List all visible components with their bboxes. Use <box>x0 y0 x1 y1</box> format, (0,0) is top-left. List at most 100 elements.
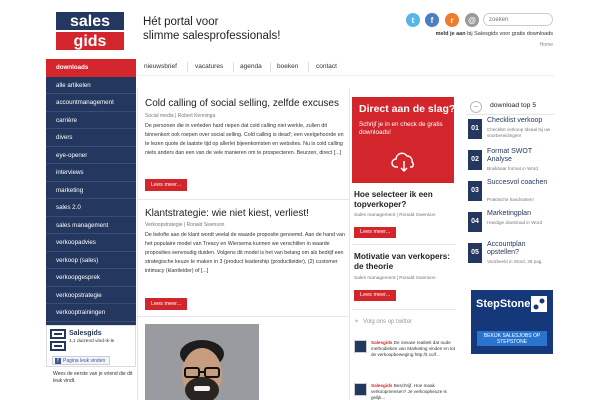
top5-header: – download top 5 <box>466 97 554 115</box>
facebook-like-box: Salesgids 1,1 duizend vind-ik-le f Pagina… <box>46 325 136 367</box>
sidebar-item-verkooptrainingen[interactable]: verkooptrainingen <box>46 304 136 322</box>
fb-like-count: 1,1 duizend vind-ik-le <box>69 339 115 344</box>
nav-contact[interactable]: contact <box>316 63 337 70</box>
cloud-download-icon <box>391 152 415 173</box>
sidebar-item-marketing[interactable]: marketing <box>46 181 136 199</box>
download-subtitle: Handige download in Word <box>487 220 543 225</box>
download-subtitle: Voorbeeld in Word, 38 pag. <box>487 259 543 264</box>
download-title[interactable]: Accountplan opstellen? <box>487 241 555 257</box>
read-more-button[interactable]: Lees meer... <box>354 290 397 301</box>
cta-title: Direct aan de slag? <box>359 103 456 115</box>
sidebar-item-sales-management[interactable]: sales management <box>46 216 136 234</box>
twitter-icon[interactable]: t <box>406 13 420 27</box>
sidebar-item-verkoop-sales[interactable]: verkoop (sales) <box>46 251 136 269</box>
nav-divider <box>308 62 309 72</box>
twitter-heading-label: Volg ons op twitter <box>363 319 413 325</box>
download-subtitle: Bruikbaar format in Word <box>487 166 538 171</box>
sidebar-item-verkoopadvies[interactable]: verkoopadvies <box>46 234 136 252</box>
sidebar-item-carriere[interactable]: carrière <box>46 111 136 129</box>
tweet-text: Salesgids De nieuwe realiteit dat oude m… <box>371 340 457 358</box>
read-more-button[interactable]: Lees meer... <box>354 227 397 238</box>
download-subtitle: Praktische handvatten! <box>487 197 534 202</box>
sidebar-article-title[interactable]: Motivatie van verkopers: de theorie <box>354 252 458 272</box>
download-title[interactable]: Succesvol coachen <box>487 179 555 187</box>
sidebar-item-accountmanagement[interactable]: accountmanagement <box>46 94 136 112</box>
rank-badge: 02 <box>468 150 482 170</box>
tweet-user[interactable]: Salesgids <box>371 340 392 345</box>
login-link[interactable]: meld je aan <box>436 31 466 37</box>
tagline-line-2: slimme salesprofessionals! <box>143 30 281 42</box>
article-title[interactable]: Cold calling of social selling, zelfde e… <box>145 98 339 109</box>
nav-divider <box>187 62 188 72</box>
rank-badge: 04 <box>468 212 482 232</box>
nav-agenda[interactable]: agenda <box>240 63 262 70</box>
download-item[interactable]: 03 Succesvol coachen Praktische handvatt… <box>466 177 554 208</box>
breadcrumb-home[interactable]: Home <box>520 42 553 48</box>
sidebar-article-title[interactable]: Hoe selecteer ik een topverkoper? <box>354 190 458 210</box>
fb-like-message: Wees de eerste van je vriend die dit leu… <box>53 371 133 384</box>
login-prompt[interactable]: meld je aan bij Salesgids voor gratis do… <box>397 31 553 37</box>
nav-vacatures[interactable]: vacatures <box>195 63 223 70</box>
nav-nieuwsbrief[interactable]: nieuwsbrief <box>144 63 177 70</box>
article-meta: Verkoopstrategie | Ronald Swenson <box>145 222 225 228</box>
download-item[interactable]: 01 Checklist verkoop Checklist verkoop I… <box>466 115 554 146</box>
nav-divider <box>270 62 271 72</box>
rank-badge: 05 <box>468 243 482 263</box>
download-title[interactable]: Marketingplan <box>487 210 555 218</box>
stepstone-logo: StepStone <box>476 298 531 310</box>
sidebar-item-interviews[interactable]: interviews <box>46 164 136 182</box>
fb-like-button[interactable]: f Pagina leuk vinden <box>52 356 111 365</box>
svg-text:gids: gids <box>74 33 107 50</box>
salesgids-small-logo[interactable] <box>50 329 66 351</box>
sidebar-item-verkoopstrategie[interactable]: verkoopstrategie <box>46 286 136 304</box>
facebook-icon[interactable]: f <box>425 13 439 27</box>
search-input[interactable] <box>483 13 553 26</box>
twitter-icon: ✦ <box>354 319 360 325</box>
article-divider <box>138 199 349 200</box>
collapse-icon[interactable]: – <box>470 101 482 113</box>
article-list: Cold calling of social selling, zelfde e… <box>137 88 350 400</box>
download-item[interactable]: 05 Accountplan opstellen? Voorbeeld in W… <box>466 239 554 270</box>
sidebar-item-sales-2-0[interactable]: sales 2.0 <box>46 199 136 217</box>
download-item[interactable]: 04 Marketingplan Handige download in Wor… <box>466 208 554 239</box>
signup-cta[interactable]: Direct aan de slag? Schrijf je in en che… <box>352 97 456 183</box>
read-more-button[interactable]: Lees meer... <box>145 298 188 310</box>
article-divider <box>352 309 456 310</box>
salesgids-logo[interactable]: sales gids <box>56 12 124 52</box>
rss-icon[interactable]: r <box>445 13 459 27</box>
sidebar-item-alle-artikelen[interactable]: alle artikelen <box>46 76 136 94</box>
stepstone-button[interactable]: BEKIJK SALESJOBS OP STEPSTONE <box>477 331 547 346</box>
download-item[interactable]: 02 Format SWOT Analyse Bruikbaar format … <box>466 146 554 177</box>
article-title[interactable]: Klantstrategie: wie niet kiest, verliest… <box>145 208 309 219</box>
sidebar-item-eye-opener[interactable]: eye-opener <box>46 146 136 164</box>
sidebar-article-meta: Sales management | Ronald Swenson <box>354 276 436 281</box>
fb-page-title[interactable]: Salesgids <box>69 330 102 337</box>
tweet-user[interactable]: Salesgids <box>371 383 392 388</box>
tweet-avatar[interactable] <box>354 340 367 353</box>
twitter-heading[interactable]: ✦ Volg ons op twitter <box>354 318 412 325</box>
download-title[interactable]: Format SWOT Analyse <box>487 148 555 164</box>
cta-body: Schrijf je in en check de gratis downloa… <box>359 121 443 136</box>
tagline-line-1: Hét portal voor <box>143 16 219 28</box>
stepstone-ad[interactable]: StepStone BEKIJK SALESJOBS OP STEPSTONE <box>471 290 553 354</box>
read-more-button[interactable]: Lees meer... <box>145 179 188 191</box>
sidebar-item-downloads[interactable]: downloads <box>46 59 136 77</box>
nav-boeken[interactable]: boeken <box>277 63 298 70</box>
login-prompt-text: bij Salesgids voor gratis downloads <box>465 31 553 37</box>
nav-divider <box>233 62 234 72</box>
download-title[interactable]: Checklist verkoop <box>487 117 555 125</box>
fb-like-label: Pagina leuk vinden <box>63 358 106 364</box>
article-photo[interactable] <box>145 324 259 400</box>
email-icon[interactable]: @ <box>465 13 479 27</box>
sidebar-article-meta: Sales management | Ronald Swenson <box>354 213 436 218</box>
stepstone-mark-icon <box>531 296 547 312</box>
sidebar-item-verkoopgesprek[interactable]: verkoopgesprek <box>46 269 136 287</box>
top5-title: download top 5 <box>490 102 537 109</box>
rank-badge: 03 <box>468 181 482 201</box>
article-excerpt: De personen die in verleden hard riepen … <box>145 123 344 156</box>
sidebar-item-divers[interactable]: divers <box>46 129 136 147</box>
tweet-avatar[interactable] <box>354 383 367 396</box>
article-divider <box>352 244 456 245</box>
article-excerpt: De belofte aan de klant wordt veelal de … <box>145 232 345 274</box>
category-sidebar: downloads alle artikelen accountmanageme… <box>46 59 136 339</box>
